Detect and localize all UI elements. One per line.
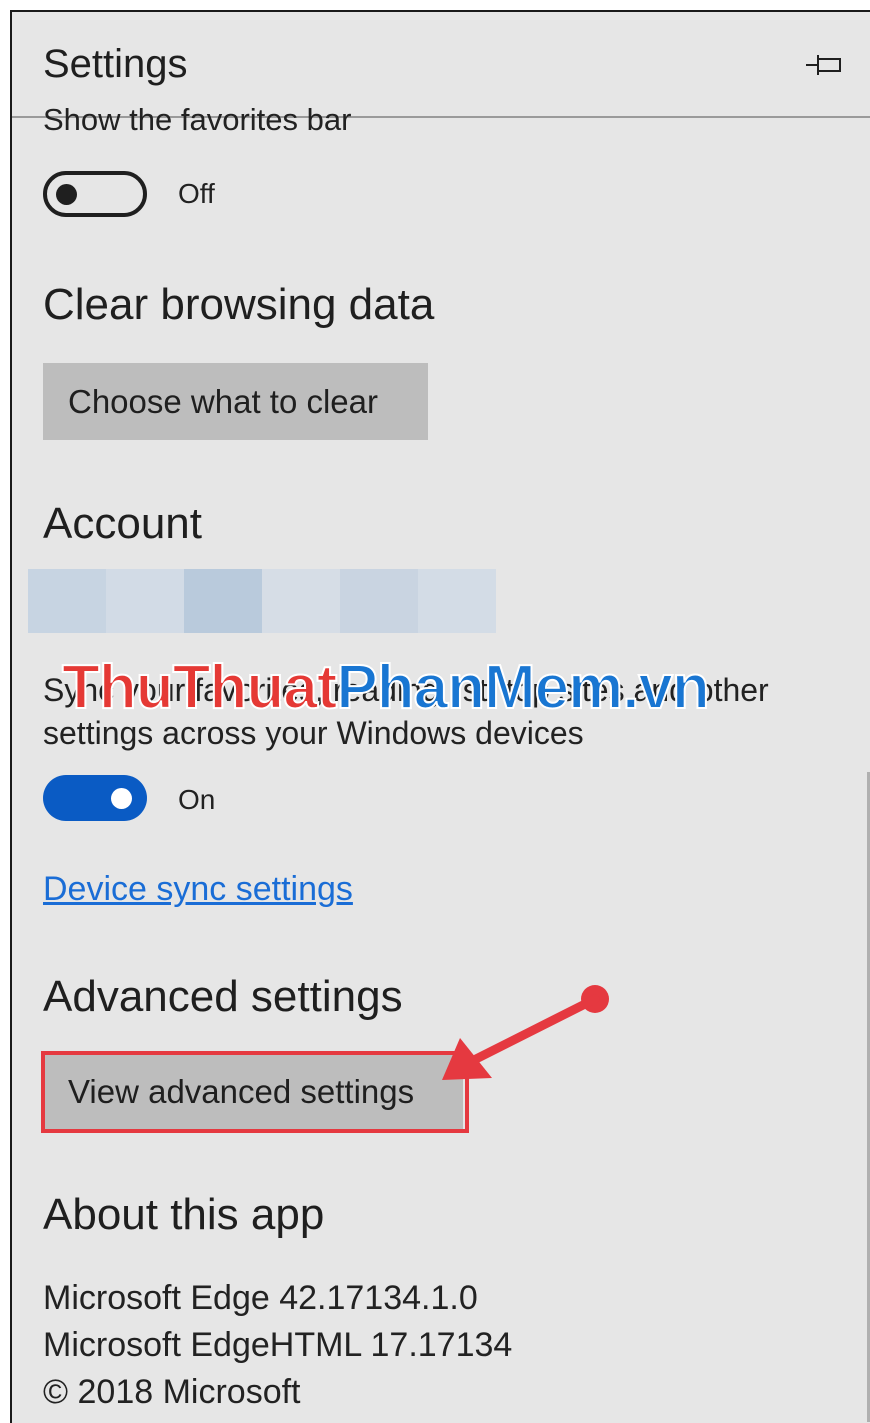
settings-panel: Settings Show the favorites bar Off Clea… (10, 10, 870, 1423)
about-heading: About this app (43, 1190, 325, 1239)
watermark-left: ThuThuat (61, 652, 338, 723)
choose-what-to-clear-button[interactable]: Choose what to clear (43, 363, 428, 440)
edgehtml-version: Microsoft EdgeHTML 17.17134 (43, 1326, 513, 1364)
annotation-arrow-icon (442, 985, 609, 1080)
sync-state: On (178, 784, 216, 815)
advanced-settings-heading: Advanced settings (43, 972, 403, 1021)
device-sync-settings-link[interactable]: Device sync settings (43, 870, 353, 909)
watermark: ThuThuatPhanMem.vn (61, 652, 711, 723)
pin-icon[interactable] (804, 50, 844, 80)
watermark-right: PhanMem.vn (335, 652, 710, 723)
favorites-bar-state: Off (178, 178, 215, 209)
toggle-knob (111, 788, 132, 809)
favorites-bar-toggle[interactable] (43, 171, 147, 217)
sync-toggle[interactable] (43, 775, 147, 821)
edge-version: Microsoft Edge 42.17134.1.0 (43, 1279, 478, 1317)
toggle-knob (56, 184, 77, 205)
account-heading: Account (43, 499, 202, 548)
panel-title: Settings (43, 42, 188, 86)
annotation-highlight-box (41, 1051, 469, 1133)
copyright: © 2018 Microsoft (43, 1373, 301, 1411)
account-info-blurred (28, 569, 496, 633)
favorites-bar-label: Show the favorites bar (43, 102, 352, 137)
clear-browsing-heading: Clear browsing data (43, 280, 435, 329)
